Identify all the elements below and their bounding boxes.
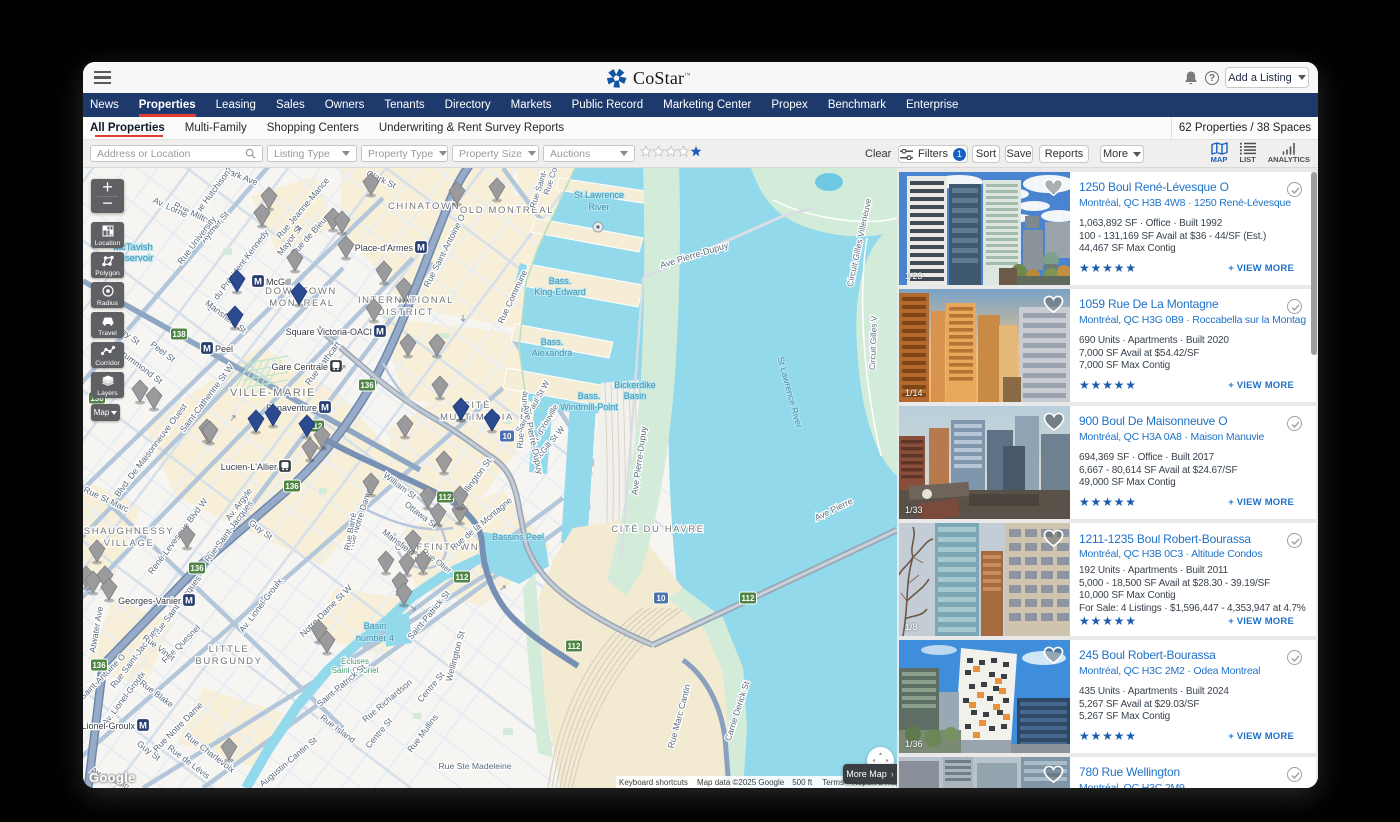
svg-text:136: 136 (92, 661, 106, 670)
svg-text:136: 136 (190, 564, 204, 573)
svg-text:Windmill-Point: Windmill-Point (560, 402, 618, 412)
svg-text:Lionel-Groulx: Lionel-Groulx (83, 721, 135, 731)
svg-text:112: 112 (742, 594, 755, 603)
svg-text:River: River (588, 202, 609, 212)
svg-text:Rue Ste Madeleine: Rue Ste Madeleine (438, 761, 511, 771)
svg-text:King-Edward: King-Edward (534, 287, 586, 297)
svg-text:Bickerdike: Bickerdike (614, 380, 656, 390)
svg-text:10: 10 (657, 594, 666, 603)
svg-text:Gare Centrale: Gare Centrale (271, 362, 328, 372)
svg-text:McGill: McGill (266, 277, 291, 287)
svg-text:M: M (376, 327, 384, 338)
svg-text:CITÉ DU HAVRE: CITÉ DU HAVRE (611, 524, 704, 535)
svg-text:Basin: Basin (624, 391, 647, 401)
svg-text:Square Victoria-OACI: Square Victoria-OACI (286, 327, 372, 337)
svg-text:VILLAGE: VILLAGE (104, 538, 155, 549)
svg-text:LITTLE: LITTLE (209, 644, 250, 655)
svg-text:M: M (321, 403, 329, 414)
svg-text:SHAUGHNESSY: SHAUGHNESSY (84, 526, 174, 537)
svg-text:M: M (139, 721, 147, 732)
svg-text:Peel: Peel (215, 344, 233, 354)
svg-text:Lucien-L'Allier: Lucien-L'Allier (221, 462, 277, 472)
svg-text:St Lawrence: St Lawrence (574, 190, 624, 200)
svg-text:CHINATOWN: CHINATOWN (388, 201, 460, 212)
svg-text:Bass.: Bass. (549, 276, 572, 286)
svg-text:Bassins Peel: Bassins Peel (492, 532, 544, 542)
svg-text:10: 10 (503, 432, 512, 441)
svg-text:Circuit Gilles V: Circuit Gilles V (867, 315, 879, 370)
svg-text:M: M (203, 344, 211, 355)
svg-text:138: 138 (172, 330, 186, 339)
svg-text:VILLE-MARIE: VILLE-MARIE (230, 387, 316, 399)
svg-text:number 4: number 4 (356, 633, 394, 643)
svg-text:112: 112 (456, 573, 469, 582)
svg-text:MULTIMEDIA: MULTIMEDIA (440, 412, 514, 423)
svg-text:M: M (185, 596, 193, 607)
svg-text:DISTRICT: DISTRICT (378, 307, 435, 318)
svg-text:Bass.: Bass. (541, 337, 564, 347)
svg-text:OLD MONTREAL: OLD MONTREAL (460, 205, 554, 216)
svg-text:112: 112 (439, 493, 452, 502)
svg-text:Alexandra: Alexandra (532, 348, 573, 358)
svg-text:M: M (254, 277, 262, 288)
svg-text:Place-d'Armes: Place-d'Armes (355, 243, 414, 253)
svg-text:112: 112 (568, 642, 581, 651)
svg-text:Georges-Vanier: Georges-Vanier (118, 596, 181, 606)
svg-text:Bass.: Bass. (578, 391, 601, 401)
svg-text:136: 136 (360, 381, 374, 390)
svg-text:Basin: Basin (364, 621, 387, 631)
svg-text:BURGUNDY: BURGUNDY (195, 656, 262, 667)
svg-text:M: M (417, 243, 425, 254)
svg-text:136: 136 (285, 482, 299, 491)
